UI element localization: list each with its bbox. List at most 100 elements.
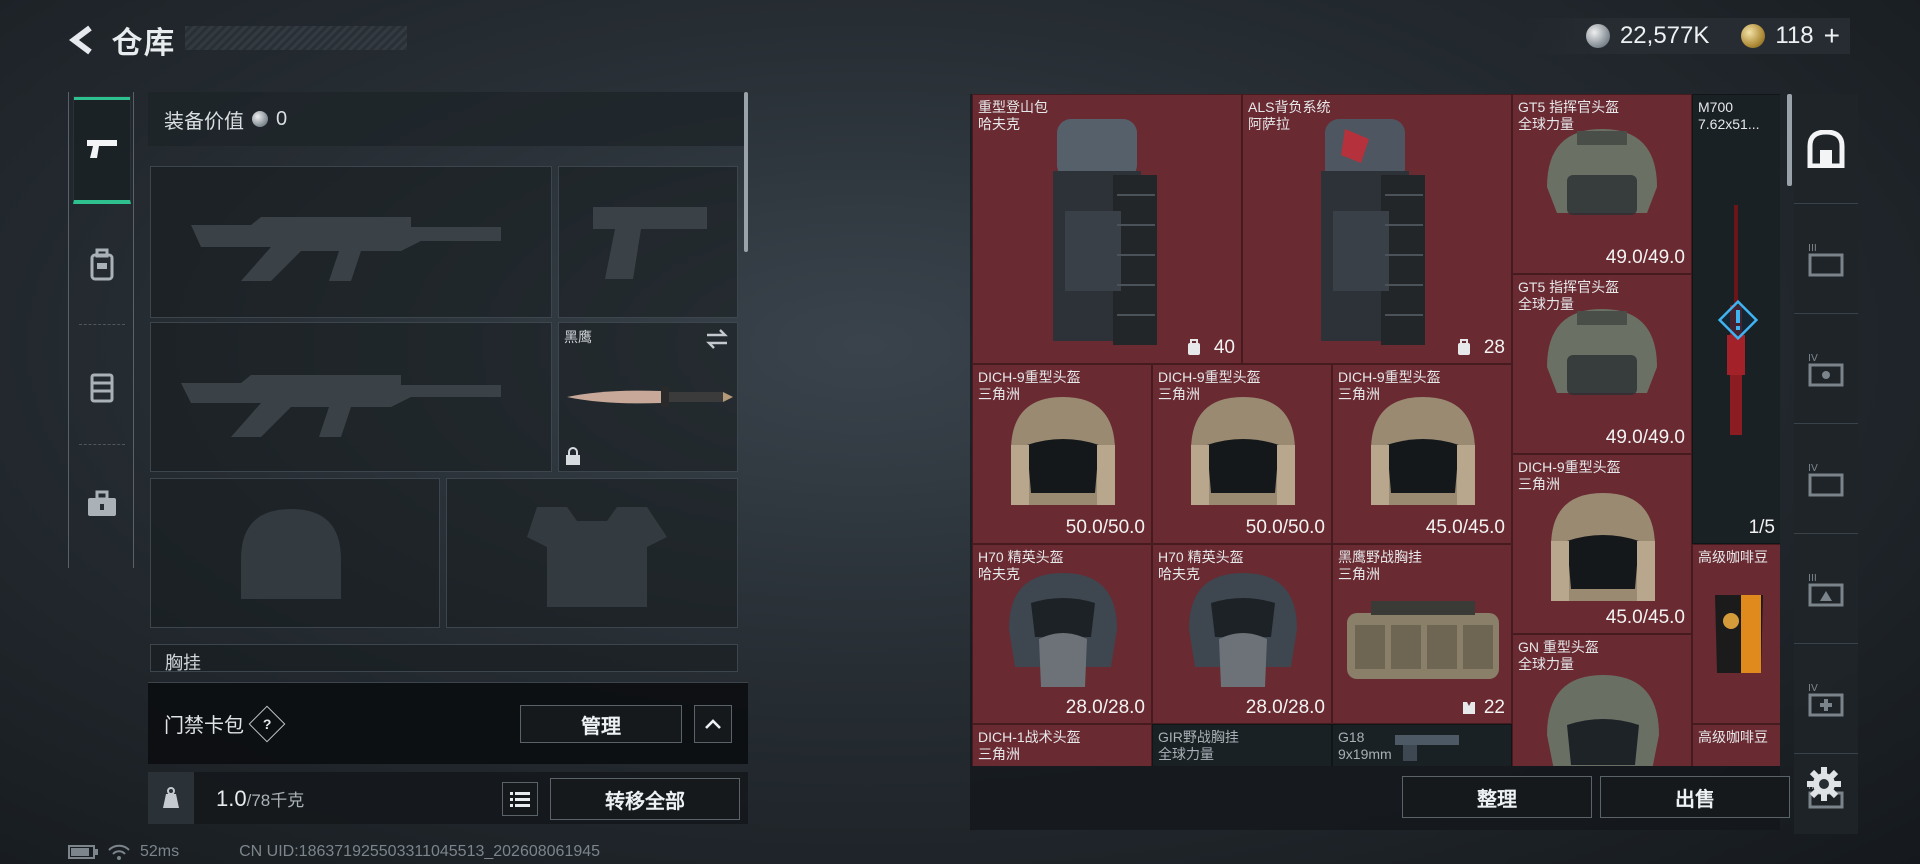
manage-button[interactable]: 管理 bbox=[520, 705, 682, 743]
helmet-slot[interactable] bbox=[150, 478, 440, 628]
ping-text: 52ms bbox=[140, 843, 180, 860]
tier3-case-icon: III bbox=[1806, 239, 1846, 279]
item-value: 45.0/45.0 bbox=[1425, 517, 1505, 538]
equipment-panel: 装备价值 0 黑鹰 胸挂 bbox=[148, 92, 748, 672]
inventory-item[interactable]: 高级咖啡豆 bbox=[1692, 544, 1780, 724]
tab-weapons[interactable] bbox=[73, 96, 131, 204]
chest-rig-label: 胸挂 bbox=[165, 653, 201, 672]
silver-coin-icon bbox=[252, 111, 268, 127]
inventory-item[interactable]: ALS背负系统 阿萨拉 28 bbox=[1242, 94, 1512, 364]
inventory-item[interactable]: DICH-1战术头盔 三角洲 bbox=[972, 724, 1152, 766]
silver-coin-icon bbox=[1585, 24, 1610, 48]
inventory-item[interactable]: 重型登山包 哈夫克 40 bbox=[972, 94, 1242, 364]
tab-case-4[interactable]: III bbox=[1794, 534, 1858, 644]
helmet-placeholder-icon bbox=[231, 499, 351, 609]
item-value: 28 bbox=[1483, 337, 1505, 358]
equipment-value: 0 bbox=[276, 107, 288, 130]
armor-placeholder-icon bbox=[517, 497, 667, 613]
inventory-item[interactable]: M700 7.62x51... 1/5 bbox=[1692, 94, 1780, 544]
svg-text:IV: IV bbox=[1808, 353, 1818, 364]
tab-armor[interactable] bbox=[73, 332, 131, 440]
tier3-case-icon: III bbox=[1806, 569, 1846, 609]
equipment-scrollbar[interactable] bbox=[744, 92, 748, 252]
item-value: 50.0/50.0 bbox=[1065, 517, 1145, 538]
helmet-image bbox=[1183, 389, 1303, 513]
list-view-button[interactable] bbox=[502, 782, 538, 816]
uid-text: CN UID:1863719255033110455​13_2026080619… bbox=[239, 843, 601, 860]
help-glyph: ? bbox=[262, 715, 272, 732]
tier4-medkit-icon: IV bbox=[1806, 679, 1846, 719]
inventory-item[interactable]: H70 精英头盔 哈夫克 28.0/28.0 bbox=[1152, 544, 1332, 724]
tab-case-1[interactable]: III bbox=[1794, 204, 1858, 314]
tab-tools[interactable] bbox=[73, 450, 131, 558]
inventory-item[interactable]: GT5 指挥官头盔 全球力量 49.0/49.0 bbox=[1512, 274, 1692, 454]
primary-weapon-slot[interactable] bbox=[150, 166, 552, 318]
help-icon[interactable]: ? bbox=[248, 705, 286, 742]
pistol-placeholder-icon bbox=[587, 197, 713, 285]
svg-text:IV: IV bbox=[1808, 463, 1818, 474]
tab-case-5[interactable]: IV bbox=[1794, 644, 1858, 754]
add-currency-button[interactable]: + bbox=[1824, 20, 1840, 52]
helmet-image bbox=[1001, 567, 1125, 697]
inventory-panel: 重型登山包 哈夫克 40 ALS背负系统 阿萨拉 28 GT5 指挥官头盔 全球… bbox=[970, 94, 1790, 830]
weight-icon bbox=[159, 786, 183, 810]
item-value: 50.0/50.0 bbox=[1245, 517, 1325, 538]
item-value: 45.0/45.0 bbox=[1605, 607, 1685, 628]
backpack-image bbox=[1051, 115, 1161, 353]
tab-case-3[interactable]: IV bbox=[1794, 424, 1858, 534]
inventory-item[interactable]: DICH-9重型头盔 三角洲 45.0/45.0 bbox=[1332, 364, 1512, 544]
inventory-item[interactable]: GN 重型头盔 全球力量 bbox=[1512, 634, 1692, 766]
melee-slot[interactable]: 黑鹰 bbox=[558, 322, 738, 472]
card-bag-label-group: 门禁卡包 ? bbox=[164, 705, 286, 742]
inventory-scrollbar[interactable] bbox=[1787, 94, 1792, 186]
expand-button[interactable] bbox=[694, 705, 732, 743]
inventory-item[interactable]: DICH-9重型头盔 三角洲 45.0/45.0 bbox=[1512, 454, 1692, 634]
title-decoration bbox=[185, 26, 407, 50]
item-value: 1/5 bbox=[1748, 517, 1775, 538]
chest-rig-slot[interactable]: 胸挂 bbox=[150, 644, 738, 672]
sell-button[interactable]: 出售 bbox=[1600, 776, 1790, 818]
wifi-icon bbox=[108, 844, 130, 860]
inventory-item[interactable]: 黑鹰野战胸挂 三角洲 22 bbox=[1332, 544, 1512, 724]
weight-bar: 1.0/78千克 转移全部 bbox=[148, 772, 748, 824]
backpack-image bbox=[1319, 115, 1429, 353]
warning-icon bbox=[1717, 299, 1759, 341]
settings-button[interactable] bbox=[1806, 766, 1842, 802]
inventory-item[interactable]: GIR野战胸挂 全球力量 bbox=[1152, 724, 1332, 766]
capacity-icon bbox=[1187, 339, 1201, 355]
swap-icon[interactable] bbox=[705, 329, 729, 349]
transfer-all-button[interactable]: 转移全部 bbox=[550, 778, 740, 820]
tab-backpack[interactable] bbox=[73, 210, 131, 318]
chest-rig-image bbox=[1341, 595, 1505, 695]
armor-icon bbox=[89, 369, 115, 403]
equipment-category-nav bbox=[68, 92, 134, 568]
sidearm-slot[interactable] bbox=[558, 166, 738, 318]
helmet-image bbox=[1537, 117, 1667, 247]
inventory-grid: 重型登山包 哈夫克 40 ALS背负系统 阿萨拉 28 GT5 指挥官头盔 全球… bbox=[972, 94, 1780, 766]
inventory-item[interactable]: 高级咖啡豆 bbox=[1692, 724, 1780, 766]
inventory-item[interactable]: G18 9x19mm bbox=[1332, 724, 1512, 766]
inventory-item[interactable]: DICH-9重型头盔 三角洲 50.0/50.0 bbox=[1152, 364, 1332, 544]
inventory-item[interactable]: H70 精英头盔 哈夫克 28.0/28.0 bbox=[972, 544, 1152, 724]
helmet-image bbox=[1543, 485, 1663, 609]
sort-button[interactable]: 整理 bbox=[1402, 776, 1592, 818]
tab-case-2[interactable]: IV bbox=[1794, 314, 1858, 424]
battery-icon bbox=[68, 845, 98, 859]
header: 仓库 bbox=[66, 18, 176, 62]
tab-safe-box[interactable] bbox=[1794, 94, 1858, 204]
helmet-image bbox=[1363, 389, 1483, 513]
chevron-up-icon bbox=[704, 718, 722, 730]
tier4-case-icon: IV bbox=[1806, 349, 1846, 389]
weight-current: 1.0 bbox=[216, 786, 247, 811]
inventory-item[interactable]: DICH-9重型头盔 三角洲 50.0/50.0 bbox=[972, 364, 1152, 544]
helmet-image bbox=[1003, 389, 1123, 513]
svg-text:III: III bbox=[1808, 243, 1817, 254]
item-name: G18 9x19mm bbox=[1338, 729, 1392, 762]
svg-text:IV: IV bbox=[1808, 683, 1818, 694]
weight-text: 1.0/78千克 bbox=[216, 786, 304, 812]
list-icon bbox=[510, 791, 530, 807]
body-armor-slot[interactable] bbox=[446, 478, 738, 628]
inventory-item[interactable]: GT5 指挥官头盔 全球力量 49.0/49.0 bbox=[1512, 94, 1692, 274]
back-icon[interactable] bbox=[66, 24, 98, 56]
secondary-weapon-slot[interactable] bbox=[150, 322, 552, 472]
